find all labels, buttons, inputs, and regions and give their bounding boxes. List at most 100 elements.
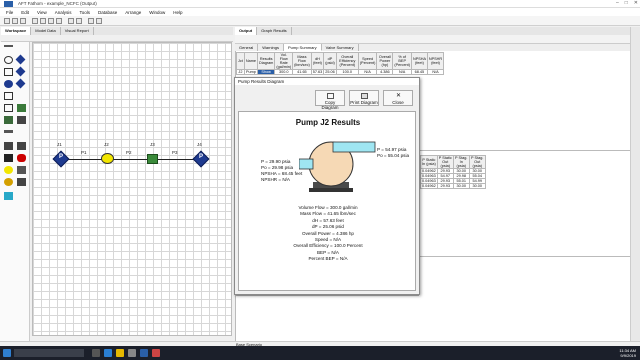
subtab-pump-summary[interactable]: Pump Summary [283,44,322,51]
column-header: NPSHR (feet) [426,52,445,70]
column-header: Speed (Percent) [357,52,378,70]
bend-icon[interactable] [4,104,13,112]
task-view-icon[interactable] [92,349,100,357]
assigned-pressure-icon[interactable] [15,66,26,77]
menu-view[interactable]: View [37,10,47,15]
column-header: % of BEP (Percent) [392,52,412,70]
zoom-icon[interactable] [88,18,94,24]
spray-icon[interactable] [17,116,26,124]
start-icon[interactable] [3,349,11,357]
edge-icon[interactable] [104,349,112,357]
menu-analysis[interactable]: Analysis [55,10,72,15]
store-icon[interactable] [128,349,136,357]
pipe-tool-icon[interactable] [4,45,13,47]
results-heading: Pump J2 Results [295,118,361,127]
volume-balance-icon[interactable] [4,178,13,186]
print-diagram-button[interactable]: Print Diagram [349,90,379,106]
paste-icon[interactable] [56,18,62,24]
tab-visual-report[interactable]: Visual Report [61,27,94,35]
table-cell: 0.04963 [420,178,438,184]
menu-edit[interactable]: Edit [21,10,29,15]
subtab-warnings[interactable]: Warnings [258,44,284,51]
results-summary: Volume Flow = 300.0 gal/min Mass Flow = … [239,205,417,263]
junction-palette [0,42,30,341]
side-dock-strip[interactable] [630,27,640,341]
heat-exchanger-icon[interactable] [17,104,26,112]
junction-pressure-table: P Static In (psia) P Static Out (psia) P… [420,155,486,189]
subtab-valve-summary[interactable]: Valve Summary [322,44,359,51]
pipe-line[interactable] [61,159,203,160]
workspace-canvas[interactable]: P1 P2 P3 J1 P J2 J3 J4 P [32,42,232,336]
tab-workspace[interactable]: Workspace [1,27,32,35]
subtab-general[interactable]: General [235,44,259,51]
workspace-toolbar [1,35,233,42]
clock[interactable]: 11:34 AM 9/9/2019 [619,348,636,358]
aft-fathom-icon[interactable] [140,349,148,357]
control-valve-icon[interactable] [147,154,158,164]
menu-file[interactable]: File [6,10,13,15]
new-icon[interactable] [4,18,10,24]
window-controls: – □ ✕ [616,0,638,6]
table-cell: 41.65 [292,69,312,75]
tank-icon[interactable] [4,68,13,76]
copy-icon[interactable] [48,18,54,24]
pump-icon[interactable] [4,166,13,174]
check-valve-icon[interactable] [17,154,26,162]
open-icon[interactable] [12,18,18,24]
search-box[interactable] [14,349,84,357]
tab-model-data[interactable]: Model Data [31,27,61,35]
cut-icon[interactable] [40,18,46,24]
general-component-icon[interactable] [4,130,13,133]
show-diagram-button[interactable]: Show [256,69,276,75]
left-tab-row: Workspace Model Data Visual Report [1,27,233,35]
app-icon[interactable] [152,349,160,357]
pump-junction-icon[interactable] [101,153,114,164]
area-change-icon[interactable] [4,92,13,100]
table-cell: N/A [426,69,445,75]
table-cell: 57.63 [310,69,325,75]
table-header-row: Jct Name Results Diagram Vol. Flow Rate … [236,52,445,70]
assigned-flow-icon[interactable] [15,78,26,89]
orifice-icon[interactable] [4,142,13,150]
minimize-icon[interactable]: – [616,0,619,6]
table-cell: 0.04962 [420,183,438,189]
clock-date: 9/9/2019 [620,353,636,358]
close-button[interactable]: ✕ Close [383,90,413,106]
explorer-icon[interactable] [116,349,124,357]
tab-output[interactable]: Output [235,27,258,35]
title-bar: AFT Fathom - example_NCFC (Output) – □ ✕ [0,0,640,8]
pump-foot [309,188,353,192]
menu-window[interactable]: Window [149,10,165,15]
table-header-row: P Static In (psia) P Static Out (psia) P… [420,155,486,169]
grid-icon[interactable] [96,18,102,24]
maximize-icon[interactable]: □ [625,0,628,6]
reservoir-icon[interactable] [4,56,13,64]
branch-icon[interactable] [4,80,13,88]
menu-tools[interactable]: Tools [79,10,90,15]
annotation-icon[interactable] [4,192,13,200]
copy-diagram-label: Copy Diagram [321,100,339,110]
pump-junction-icon[interactable] [15,54,26,65]
relief-valve-icon[interactable] [4,154,13,162]
tab-graph-results[interactable]: Graph Results [257,27,292,35]
print-icon[interactable] [32,18,38,24]
table-row[interactable]: J2 Pump Show 300.0 41.65 57.63 25.06 100… [236,69,445,75]
menu-arrange[interactable]: Arrange [125,10,141,15]
copy-diagram-button[interactable]: Copy Diagram [315,90,345,110]
screen-icon[interactable] [17,142,26,150]
table-cell: 30.00 [468,183,486,189]
table-cell: 25.06 [323,69,337,75]
close-icon[interactable]: ✕ [634,0,638,6]
undo-icon[interactable] [68,18,74,24]
save-icon[interactable] [20,18,26,24]
column-header: Name [243,52,259,70]
pipe-label: P1 [81,150,87,155]
table-cell: 300.0 [274,69,294,75]
valve-icon[interactable] [4,116,13,124]
menu-database[interactable]: Database [98,10,117,15]
table-row[interactable]: 0.04962 29.93 30.00 30.00 [420,183,486,189]
dead-end-icon[interactable] [17,178,26,186]
tee-icon[interactable] [17,166,26,174]
menu-help[interactable]: Help [173,10,182,15]
run-icon[interactable] [76,18,82,24]
